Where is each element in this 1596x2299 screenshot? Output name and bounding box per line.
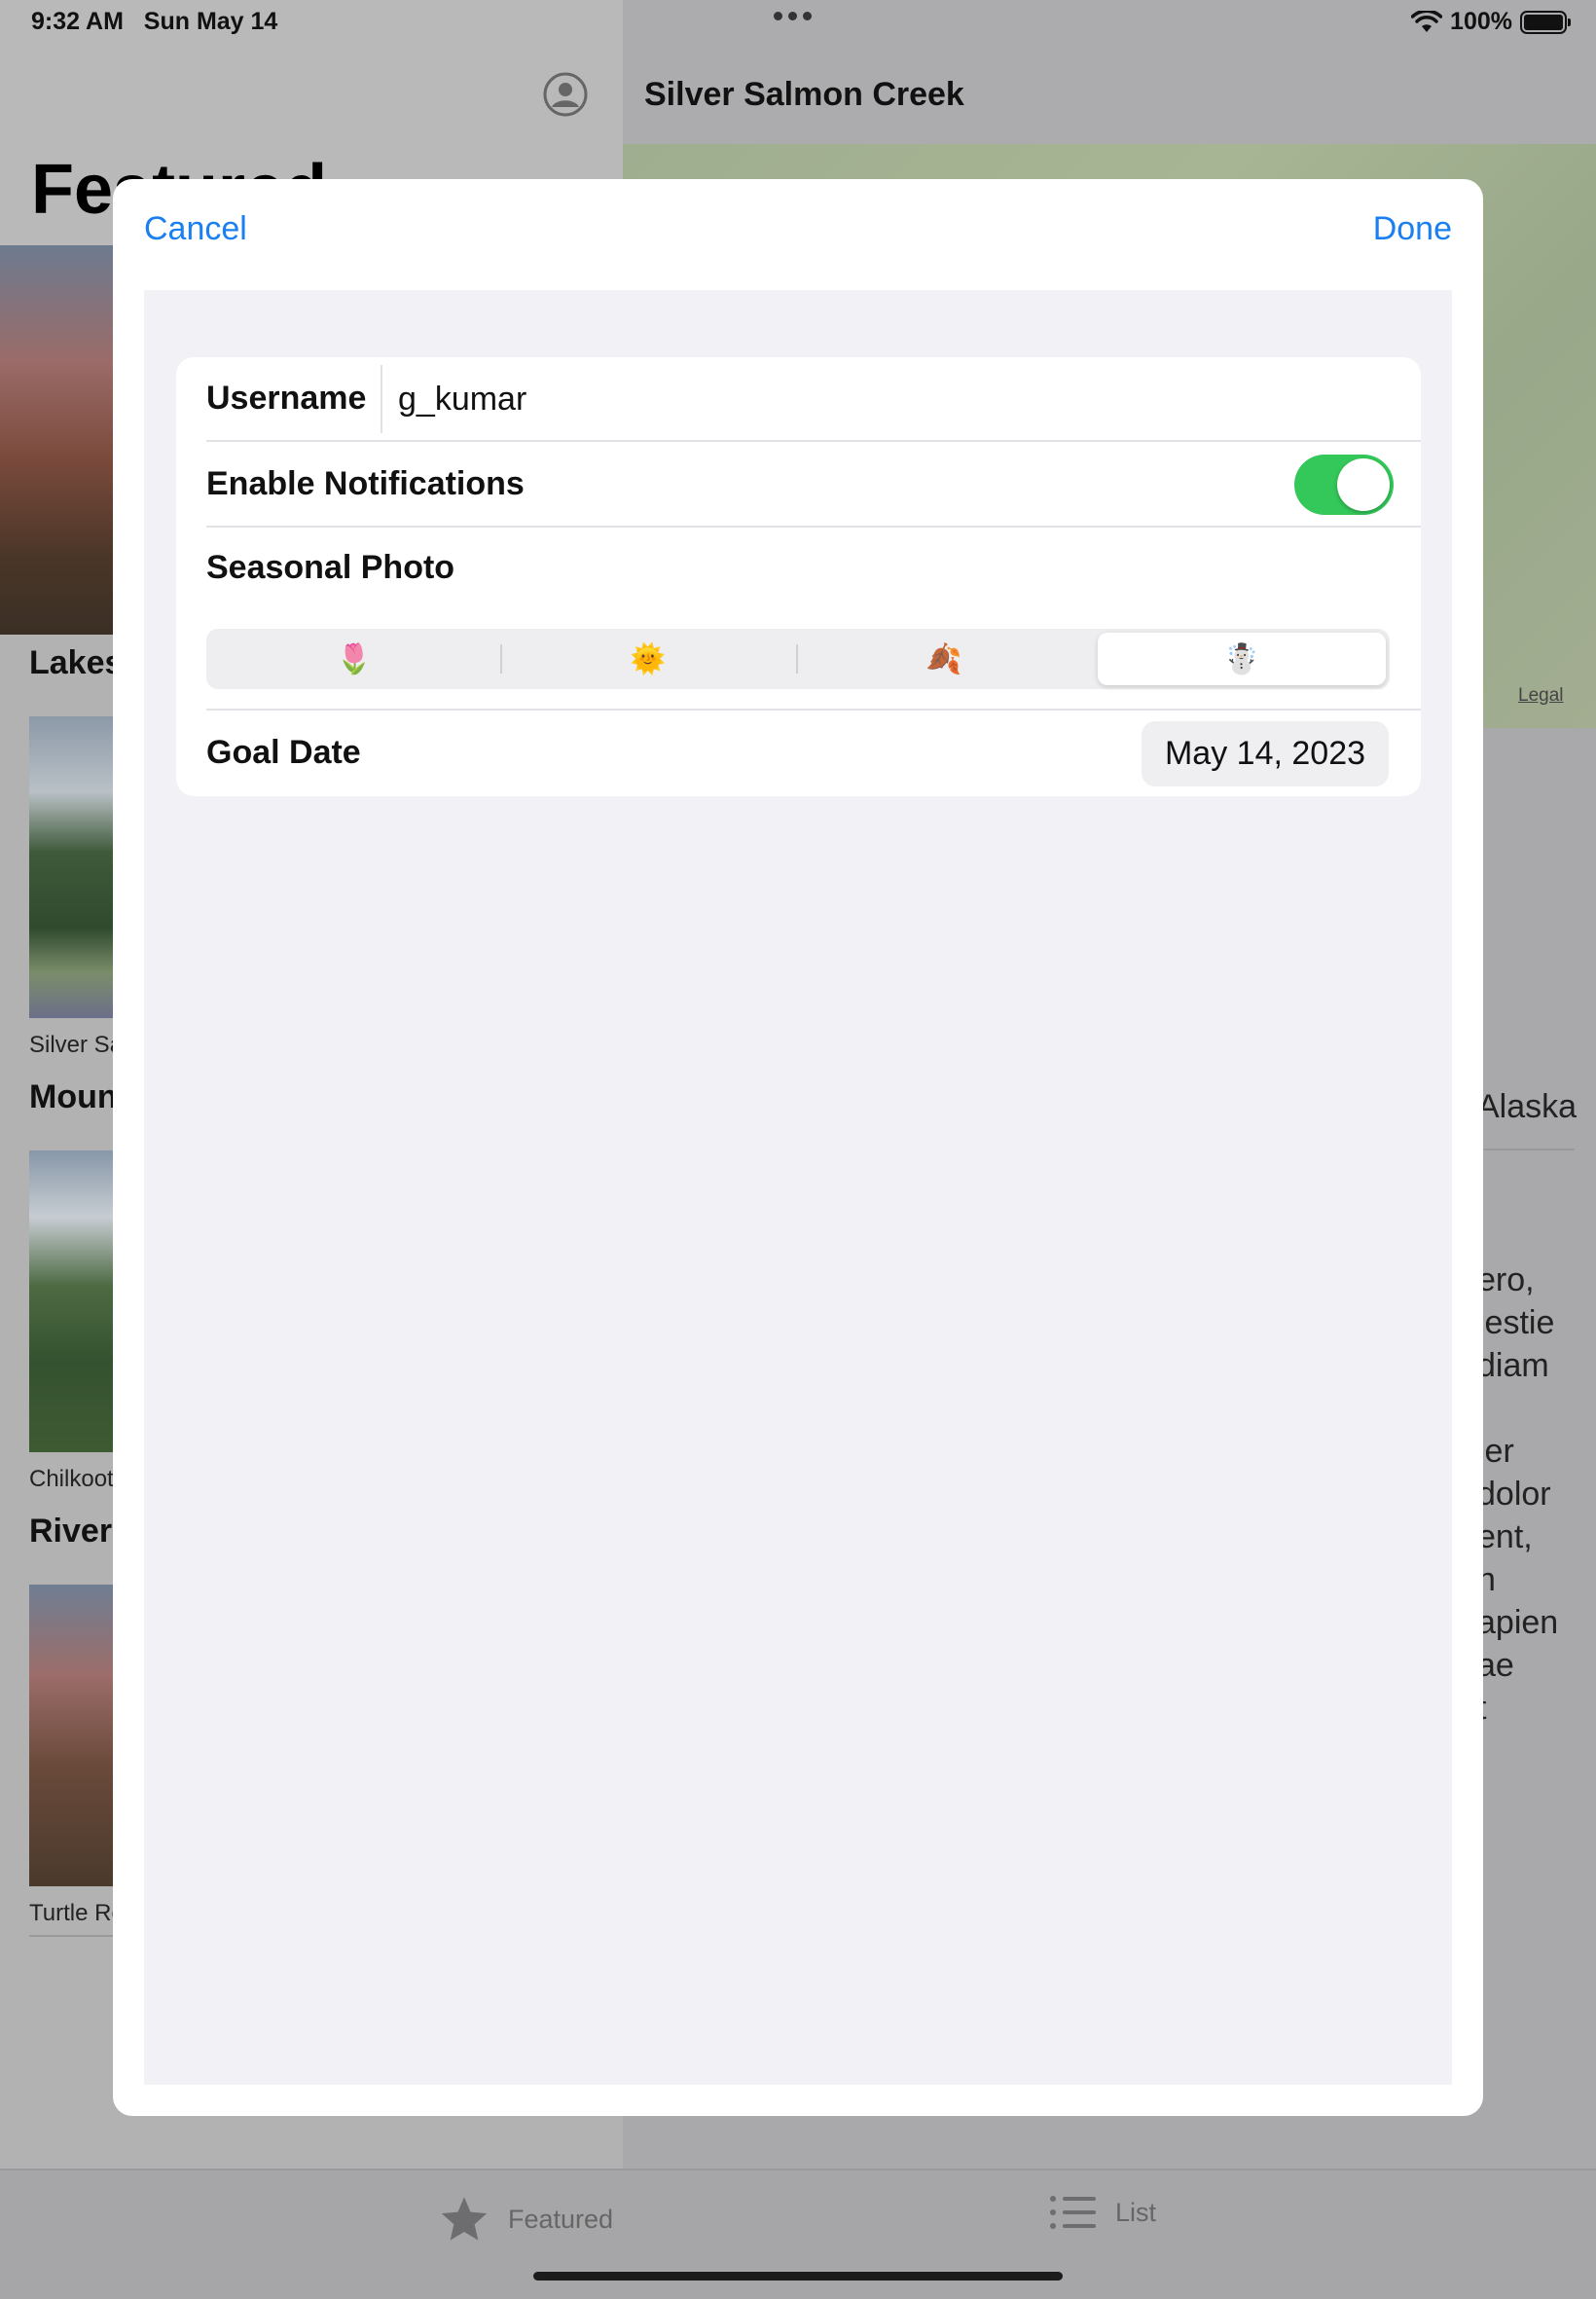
list-icon [1050,2196,1096,2229]
star-icon [441,2197,488,2241]
home-indicator[interactable] [533,2272,1063,2281]
fallen-leaves-icon: 🍂 [925,642,962,675]
divider [1477,1149,1575,1150]
segment-autumn[interactable]: 🍂 [800,633,1088,685]
username-label: Username [206,380,367,417]
status-right: 100% [1411,8,1571,36]
toggle-knob [1337,458,1390,511]
row-separator [206,526,1421,528]
landmark-thumbnail[interactable] [29,1585,113,1886]
status-date-text: Sun May 14 [143,8,278,35]
goal-date-label: Goal Date [206,734,361,771]
segment-divider [500,644,502,674]
snowman-icon: ☃️ [1223,642,1260,675]
detail-text-line: diam [1477,1347,1549,1384]
notifications-label: Enable Notifications [206,465,525,502]
segment-divider [796,644,798,674]
detail-subtitle: Alaska [1477,1088,1578,1125]
map-legal-link[interactable]: Legal [1518,685,1564,707]
row-separator [206,709,1421,711]
segment-summer[interactable]: 🌞 [504,633,792,685]
detail-text-line: ent, [1477,1518,1533,1555]
divider [381,365,382,433]
tab-list-label: List [1115,2197,1157,2227]
landmark-thumbnail[interactable] [29,1150,113,1452]
detail-text-line: dolor [1477,1476,1551,1513]
status-time: 9:32 AM Sun May 14 [31,8,277,36]
landmark-thumbnail[interactable] [29,716,113,1018]
tulip-icon: 🌷 [336,642,373,675]
seasonal-photo-label: Seasonal Photo [206,549,455,586]
section-title-lakes: Lakes [29,644,124,681]
wifi-icon [1411,10,1443,32]
profile-icon[interactable] [543,72,588,117]
detail-text-line: apien [1477,1604,1559,1641]
featured-hero-image[interactable] [0,245,113,635]
done-button[interactable]: Done [1373,210,1452,248]
status-time-text: 9:32 AM [31,8,124,35]
detail-title: Silver Salmon Creek [644,76,964,113]
tab-featured[interactable]: Featured [438,2194,613,2244]
row-separator [206,440,1421,442]
notifications-toggle[interactable] [1294,455,1394,515]
segment-winter[interactable]: ☃️ [1098,633,1386,685]
divider [29,1935,113,1937]
detail-text-line: lestie [1477,1304,1555,1341]
tab-featured-label: Featured [508,2204,614,2234]
username-input[interactable] [398,375,1352,423]
battery-icon [1520,10,1571,34]
sun-icon: 🌞 [630,642,667,675]
tab-list[interactable]: List [1049,2194,1156,2231]
battery-percent: 100% [1450,8,1512,35]
cancel-button[interactable]: Cancel [144,210,247,248]
multitasking-dots-icon[interactable] [774,12,812,20]
segment-spring[interactable]: 🌷 [210,633,498,685]
goal-date-picker[interactable]: May 14, 2023 [1142,721,1389,786]
detail-text-line: ero, [1477,1261,1535,1298]
